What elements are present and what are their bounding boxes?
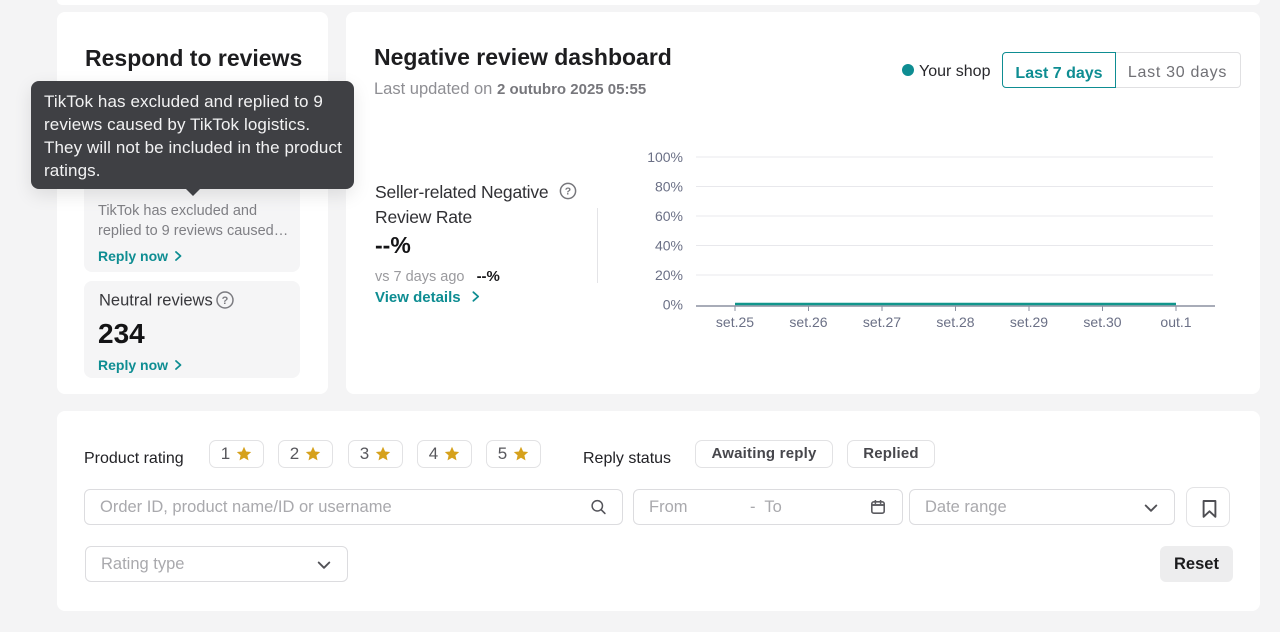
svg-text:set.26: set.26 [789, 314, 827, 330]
svg-text:?: ? [565, 186, 571, 198]
svg-text:out.1: out.1 [1160, 314, 1191, 330]
svg-text:set.29: set.29 [1010, 314, 1048, 330]
svg-text:60%: 60% [655, 208, 683, 224]
svg-text:set.27: set.27 [863, 314, 901, 330]
svg-text:100%: 100% [647, 149, 683, 165]
svg-text:0%: 0% [663, 297, 683, 313]
svg-text:?: ? [222, 295, 229, 307]
svg-text:set.30: set.30 [1083, 314, 1121, 330]
svg-text:set.28: set.28 [936, 314, 974, 330]
svg-text:20%: 20% [655, 267, 683, 283]
svg-text:set.25: set.25 [716, 314, 754, 330]
svg-text:40%: 40% [655, 238, 683, 254]
svg-text:80%: 80% [655, 179, 683, 195]
